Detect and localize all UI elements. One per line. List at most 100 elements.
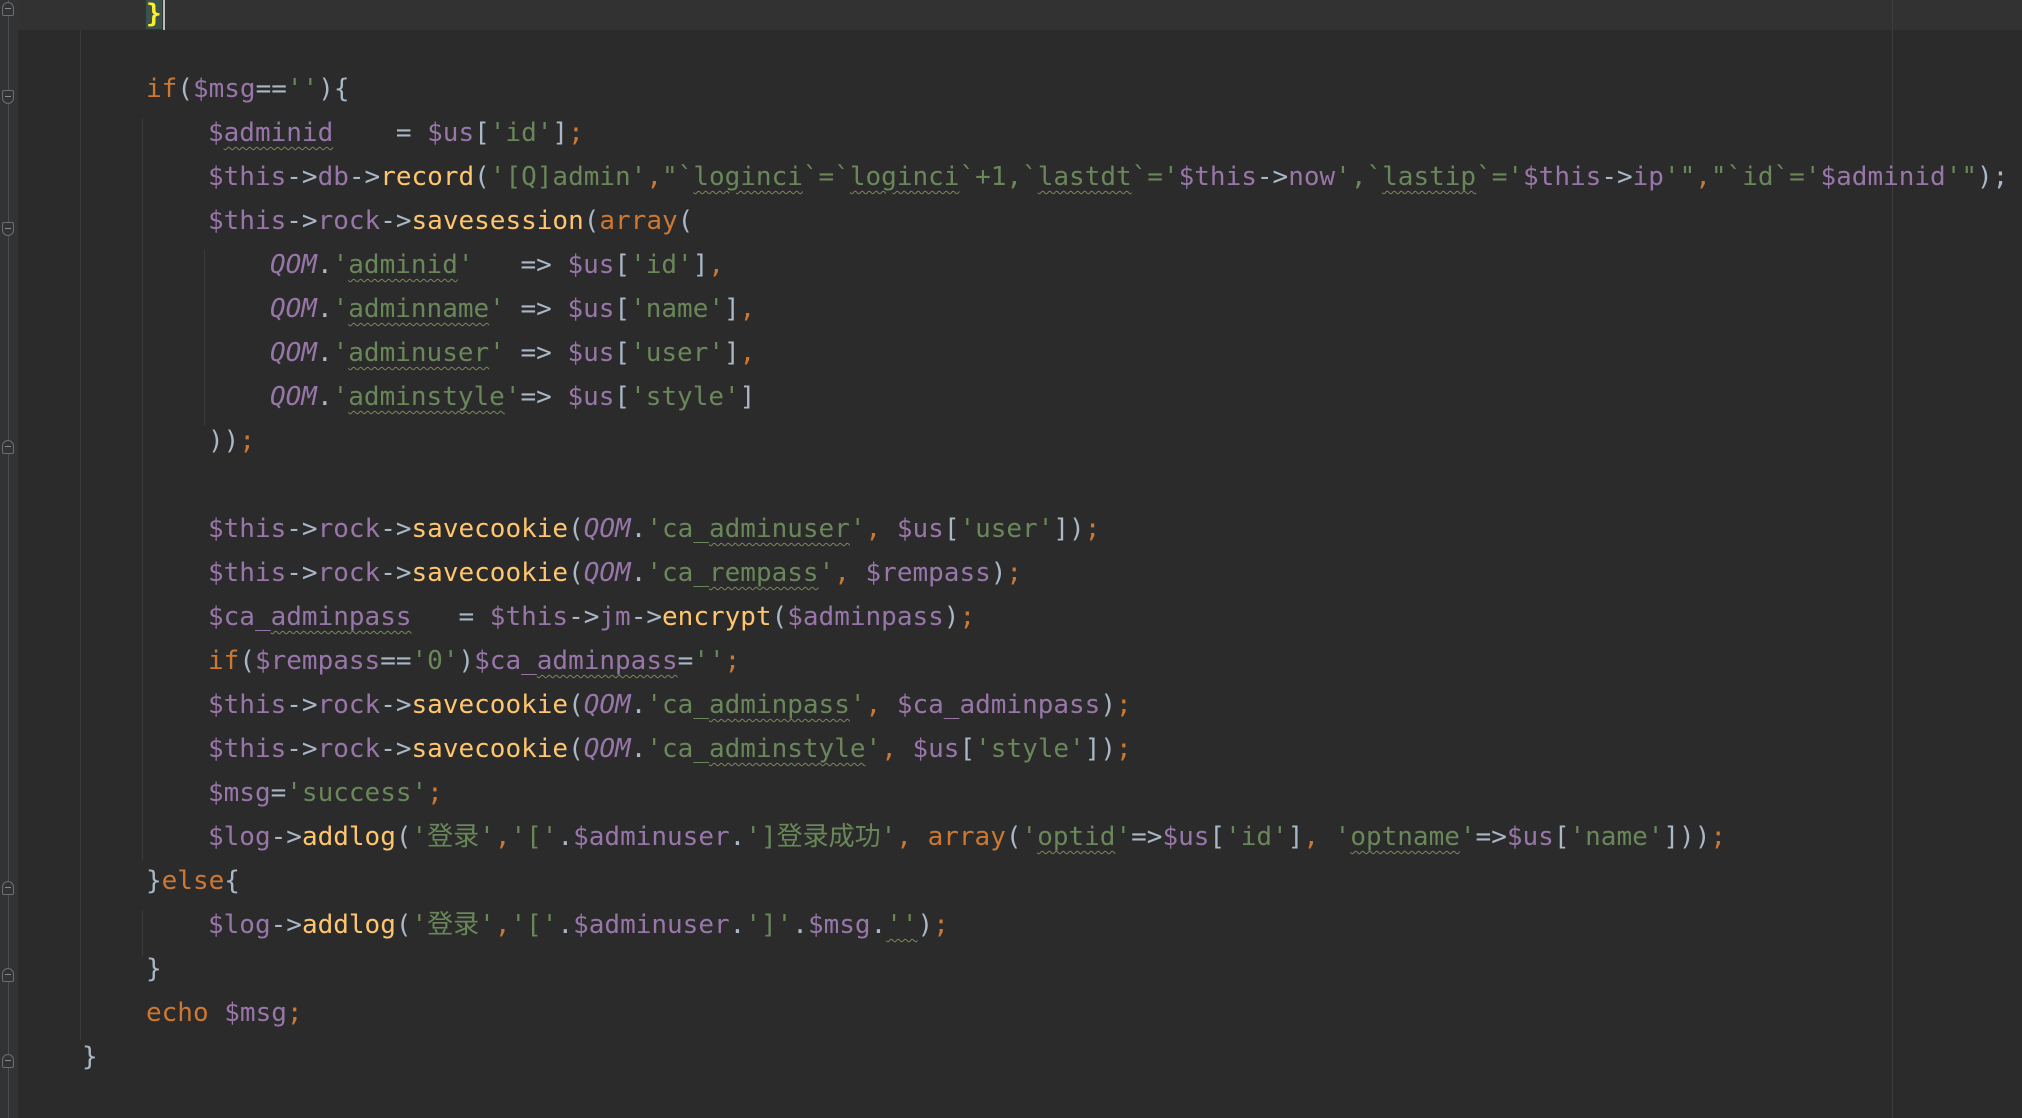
code-token: ( [239,646,255,676]
code-token: $us [1162,822,1210,852]
code-token: 'ca_ [646,514,709,544]
code-token: [ [1209,822,1226,852]
code-token: QOM [270,294,317,324]
code-line[interactable]: echo $msg; [146,991,303,1035]
code-token: => [520,382,568,412]
code-token: "`id`=' [1710,162,1821,192]
code-token: -> [286,514,318,544]
code-token: . [792,910,808,940]
code-token: `=' [1131,162,1179,192]
code-token: , [494,910,511,940]
code-token: ) [990,558,1007,588]
code-token: '' [286,74,319,104]
code-token: adminpass [708,690,850,720]
code-token: $us [427,118,475,148]
code-token: [ [959,734,976,764]
code-token: [ [1553,822,1570,852]
code-token: -> [348,162,381,192]
fold-marker-icon[interactable] [2,222,14,236]
code-line[interactable]: QOM.'adminuser' => $us['user'], [270,331,755,375]
code-line[interactable]: $this->rock->savecookie(QOM.'ca_adminpas… [208,683,1132,727]
code-token: ; [724,646,741,676]
code-line[interactable]: QOM.'adminstyle'=> $us['style'] [270,375,755,419]
code-token: ' [332,294,349,324]
code-line[interactable]: $this->db->record('[Q]admin',"`loginci`=… [208,155,2008,199]
code-token: , [881,734,913,764]
code-token: . [557,822,574,852]
code-line[interactable]: } [146,0,165,36]
code-token: . [630,690,647,720]
fold-marker-icon[interactable] [2,440,14,454]
code-line[interactable]: $ca_adminpass = $this->jm->encrypt($admi… [208,595,975,639]
code-token: ){ [318,74,350,104]
code-token: $adminuser [573,822,730,852]
code-token: rock [317,734,381,764]
code-line[interactable]: )); [208,419,255,463]
code-token: jm [599,602,631,632]
code-token: lastip [1382,162,1477,192]
code-token: -> [630,602,663,632]
code-token: QOM [583,514,631,544]
code-token: ]) [1053,514,1085,544]
code-line[interactable]: if($rempass=='0')$ca_adminpass=''; [208,639,740,683]
code-token: adminstyle [348,382,505,412]
code-line[interactable]: $msg='success'; [208,771,443,815]
code-line[interactable]: $this->rock->savesession(array( [208,199,693,243]
code-token: ]) [1084,734,1117,764]
code-token: , [865,514,897,544]
code-line[interactable]: }else{ [146,859,240,903]
code-token: . [729,822,746,852]
code-token: ] [739,382,756,412]
code-token: , [739,338,756,368]
code-token: ( [771,602,788,632]
fold-marker-icon[interactable] [2,881,14,895]
code-token: rock [317,558,381,588]
code-token: QOM [270,338,317,368]
code-token: ' [1334,822,1351,852]
code-token: $log [208,822,271,852]
code-line[interactable]: } [82,1035,98,1079]
code-token: -> [270,910,302,940]
code-line[interactable]: } [146,947,162,991]
code-token: -> [380,734,412,764]
code-token: $us [567,294,615,324]
code-line[interactable]: $this->rock->savecookie(QOM.'ca_rempass'… [208,551,1022,595]
code-token: , [834,558,866,588]
code-token: ',` [1335,162,1383,192]
code-line[interactable]: $this->rock->savecookie(QOM.'ca_adminsty… [208,727,1132,771]
code-token: ( [568,514,584,544]
code-line[interactable]: if($msg==''){ [146,67,350,111]
code-token: 'ca_ [646,734,709,764]
code-token: QOM [583,690,631,720]
code-token: if [208,646,240,676]
code-token: [ [614,250,631,280]
code-editor[interactable]: } if($msg==''){$adminid = $us['id']; $this… [0,0,2022,1118]
fold-marker-icon[interactable] [2,1054,14,1068]
code-token: 'id' [630,250,693,280]
code-token: 'user' [959,514,1054,544]
code-line[interactable]: QOM.'adminid' => $us['id'], [270,243,724,287]
code-token: rempass [708,558,819,588]
code-token: 'success' [286,778,428,808]
code-token: ; [427,778,443,808]
fold-marker-icon[interactable] [2,2,14,16]
code-line[interactable]: $log->addlog('登录','['.$adminuser.']'.$ms… [208,903,949,947]
code-token: $msg [208,778,271,808]
code-line[interactable]: QOM.'adminname' => $us['name'], [270,287,755,331]
code-token: addlog [301,822,396,852]
code-token: ' [489,338,505,368]
code-token: 'user' [630,338,724,368]
code-token: => [504,338,568,368]
code-line[interactable]: $this->rock->savecookie(QOM.'ca_adminuse… [208,507,1100,551]
code-token: ']' [745,910,793,940]
code-token: ' [849,690,866,720]
code-token: '[' [510,910,558,940]
code-line[interactable]: $log->addlog('登录','['.$adminuser.']登录成功'… [208,815,1726,859]
code-token: . [316,338,333,368]
fold-marker-icon[interactable] [2,90,14,104]
code-token: ( [395,910,412,940]
code-line[interactable]: $adminid = $us['id']; [208,111,584,155]
code-token: -> [1601,162,1633,192]
fold-marker-icon[interactable] [2,968,14,982]
